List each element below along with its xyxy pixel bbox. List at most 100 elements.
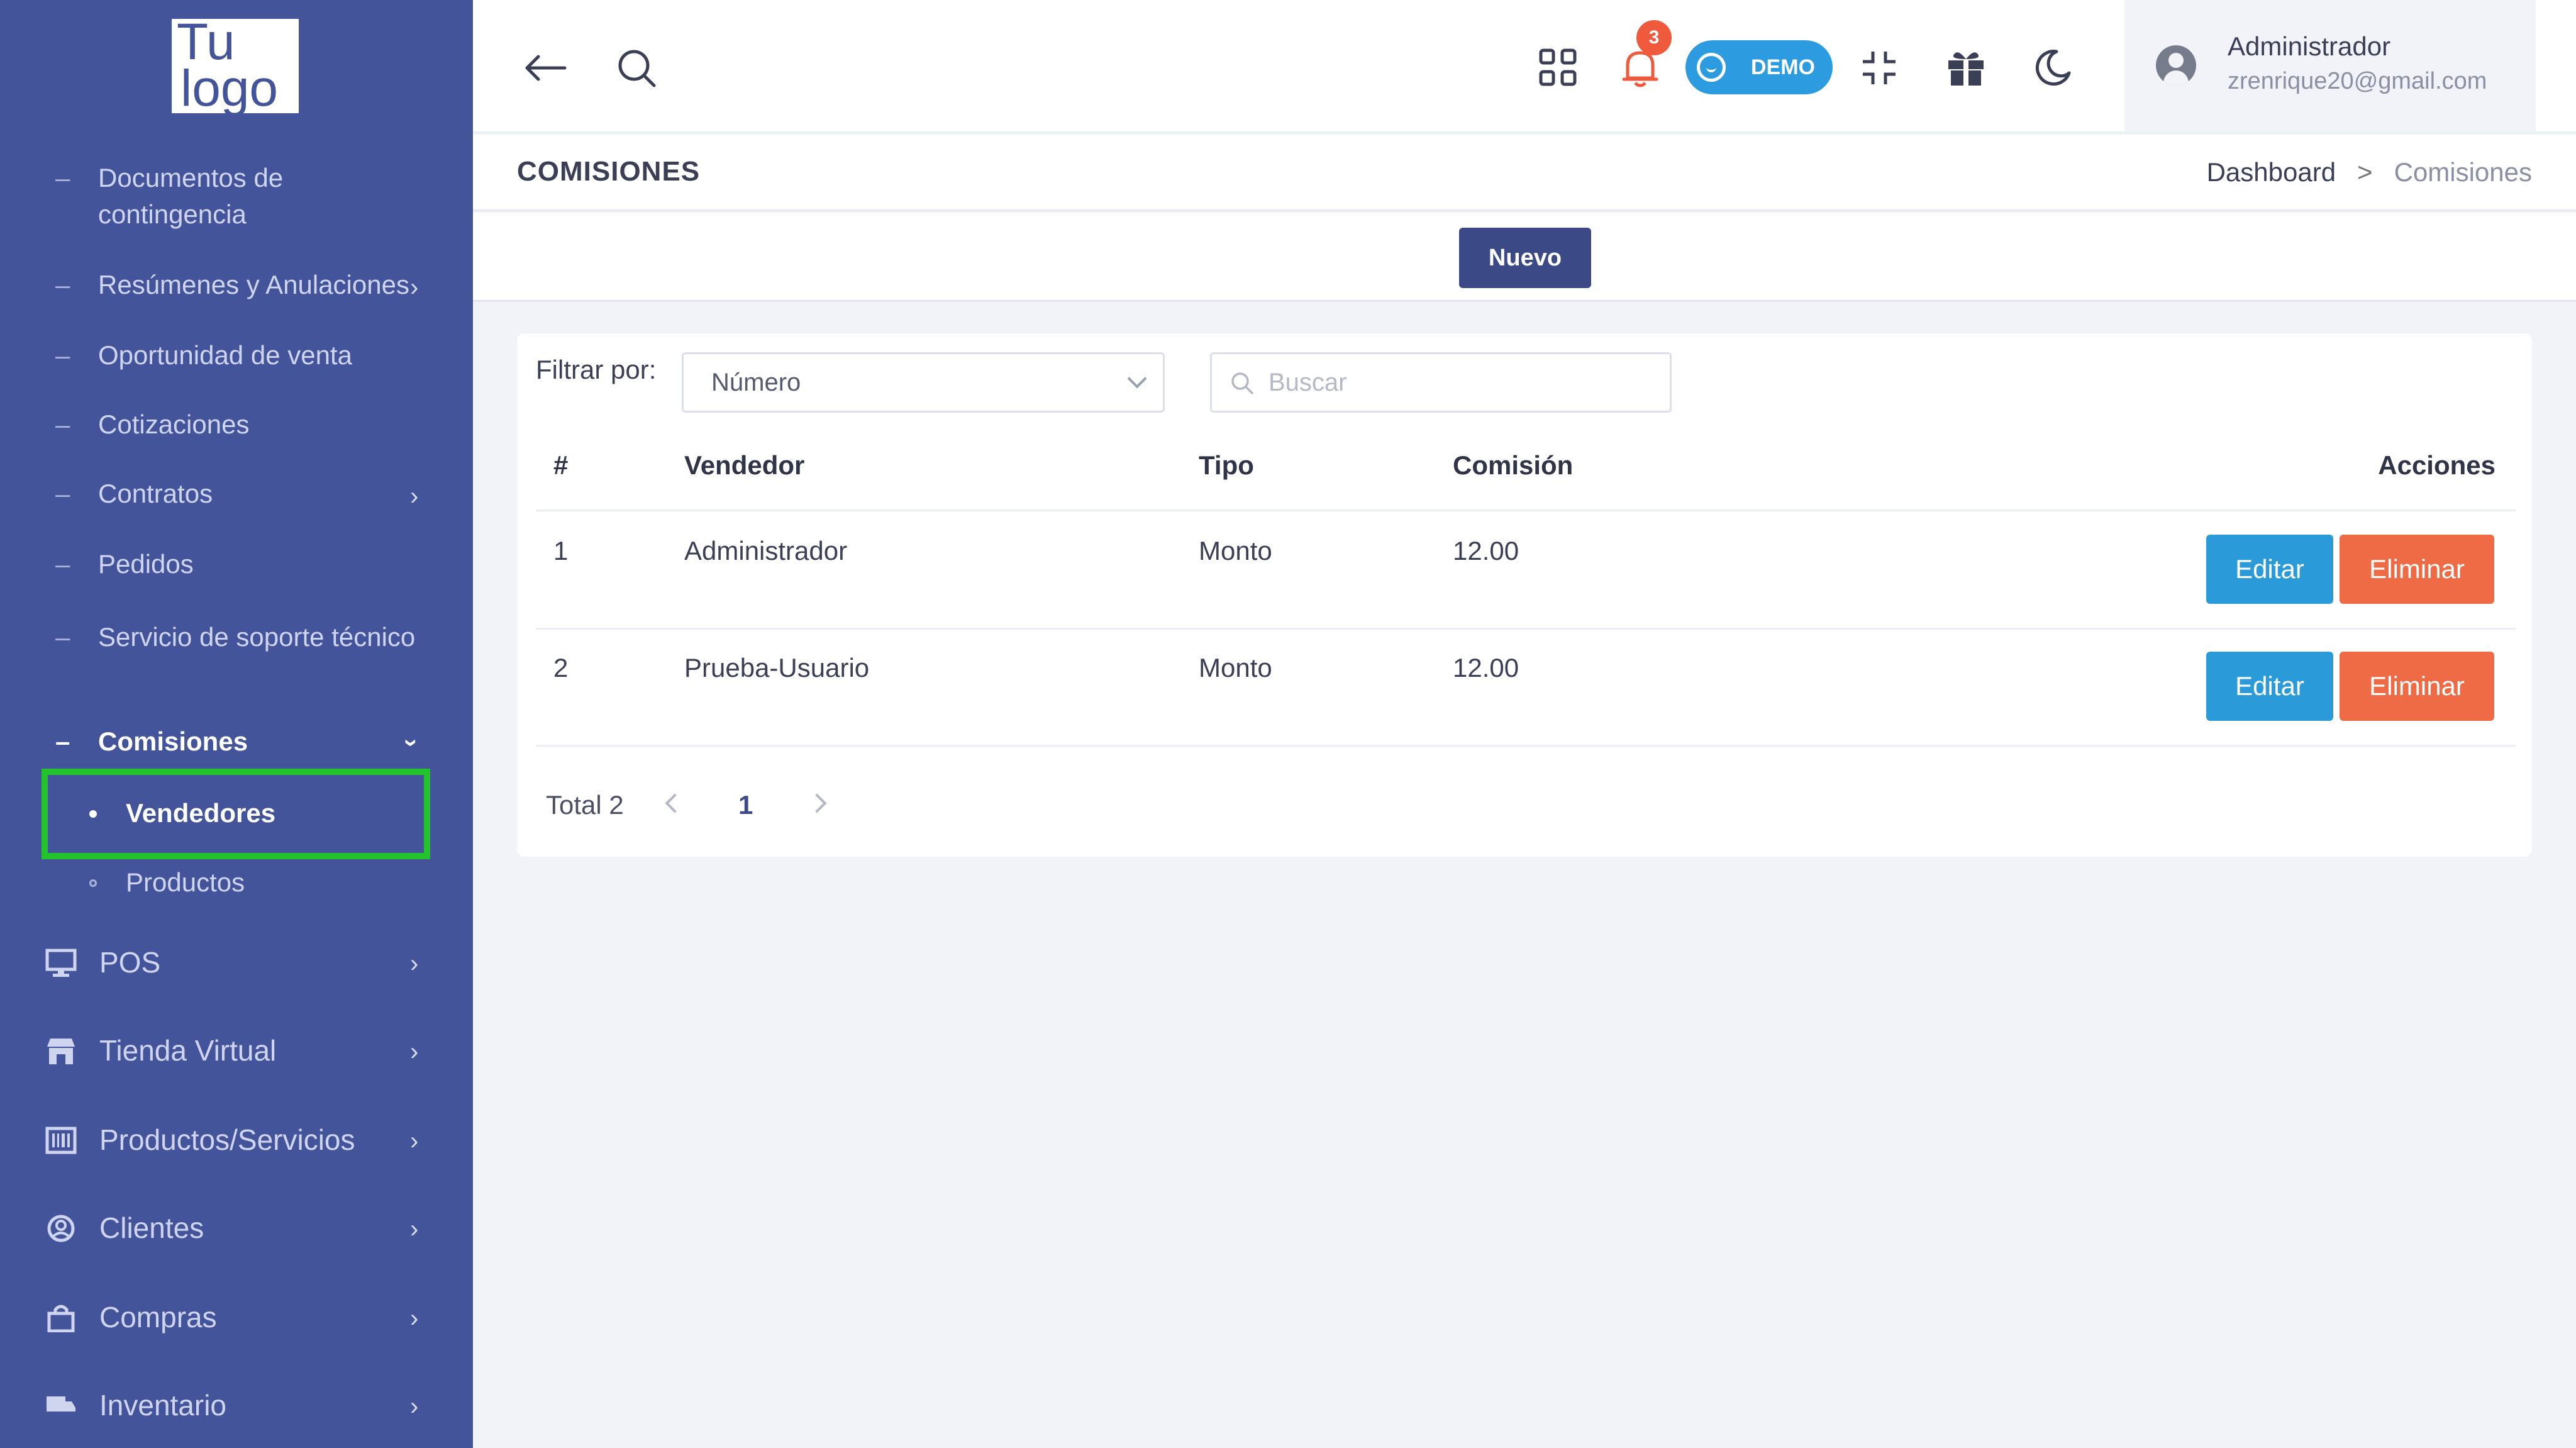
moon-icon[interactable]: [2029, 44, 2077, 92]
cell-comision: 12.00: [1453, 536, 1519, 565]
dash-icon: –: [55, 409, 70, 439]
sidebar: Tu logo – Documentos de contingencia – R…: [0, 0, 473, 1448]
filter-label: Filtrar por:: [536, 355, 657, 384]
sidebar-item-label: Tienda Virtual: [99, 1034, 277, 1067]
sidebar-item-label: Contratos: [98, 479, 213, 508]
notification-badge: 3: [1636, 20, 1672, 55]
cell-vendedor: Administrador: [684, 536, 848, 565]
sidebar-item-label: Documentos de contingencia: [98, 163, 284, 229]
sidebar-item-compras[interactable]: Compras ›: [0, 1292, 473, 1342]
filter-select[interactable]: Número: [682, 352, 1165, 413]
sidebar-item-label: Servicio de soporte técnico: [98, 622, 416, 652]
compress-icon[interactable]: [1855, 44, 1903, 92]
demo-label: DEMO: [1751, 55, 1815, 79]
breadcrumb: Dashboard > Comisiones: [2207, 157, 2532, 187]
sidebar-item-productos-servicios[interactable]: Productos/Servicios ›: [0, 1115, 473, 1165]
dash-icon: –: [55, 340, 70, 370]
demo-button[interactable]: DEMO: [1685, 40, 1833, 94]
highlight-box: [42, 769, 430, 859]
cell-comision: 12.00: [1453, 653, 1519, 682]
chevron-right-icon: ›: [410, 482, 419, 510]
user-menu[interactable]: Administrador zrenrique20@gmail.com: [2124, 0, 2536, 132]
chevron-right-icon: ›: [410, 1393, 419, 1420]
chevron-down-icon: [1127, 369, 1147, 389]
edit-button[interactable]: Editar: [2206, 652, 2333, 721]
column-header-tipo: Tipo: [1199, 450, 1254, 480]
truck-icon: [47, 1396, 75, 1412]
sidebar-item-label: Resúmenes y Anulaciones: [98, 270, 409, 299]
edit-button[interactable]: Editar: [2206, 535, 2333, 604]
pagination-total: Total 2: [546, 790, 624, 820]
store-icon: [47, 1039, 75, 1064]
bullet-icon: [89, 879, 97, 887]
gift-icon[interactable]: [1942, 44, 1990, 92]
sidebar-item-label: Inventario: [99, 1389, 227, 1422]
page-title: COMISIONES: [517, 156, 701, 187]
cell-tipo: Monto: [1199, 536, 1272, 565]
sidebar-item-label: Cotizaciones: [98, 409, 250, 439]
column-header-vendedor: Vendedor: [684, 450, 805, 480]
page-header: COMISIONES Dashboard > Comisiones: [473, 135, 2576, 211]
smile-icon: [1697, 53, 1726, 82]
filter-select-value: Número: [711, 369, 801, 396]
logo[interactable]: Tu logo: [172, 19, 299, 113]
column-header-acciones: Acciones: [2378, 450, 2496, 480]
search-field[interactable]: [1210, 352, 1672, 413]
chevron-right-icon: ›: [410, 1127, 419, 1155]
user-name: Administrador: [2228, 31, 2391, 61]
user-circle-icon: [47, 1215, 75, 1242]
column-header-number: #: [553, 450, 569, 480]
sidebar-subitem-label: Productos: [126, 867, 245, 897]
logo-line-2: logo: [180, 60, 279, 114]
sidebar-item-label: Oportunidad de venta: [98, 340, 352, 370]
breadcrumb-home[interactable]: Dashboard: [2207, 157, 2336, 187]
row-divider: [536, 745, 2516, 747]
sidebar-item-inventario[interactable]: Inventario ›: [0, 1380, 473, 1430]
sidebar-item-label: Productos/Servicios: [99, 1123, 355, 1156]
chevron-right-icon: ›: [410, 1305, 419, 1332]
dash-icon: –: [55, 622, 70, 652]
dash-icon: –: [55, 270, 70, 299]
dash-icon: –: [55, 549, 70, 579]
chevron-right-icon: ›: [410, 1038, 419, 1066]
sidebar-item-pos[interactable]: POS ›: [0, 937, 473, 988]
column-header-comision: Comisión: [1453, 450, 1574, 480]
action-bar: Nuevo: [473, 213, 2576, 302]
dash-icon: –: [55, 163, 70, 192]
dash-icon: –: [55, 727, 70, 756]
sidebar-item-label: Pedidos: [98, 549, 194, 579]
search-input[interactable]: [1269, 363, 1658, 402]
sidebar-item-tienda-virtual[interactable]: Tienda Virtual ›: [0, 1025, 473, 1076]
cell-tipo: Monto: [1199, 653, 1272, 682]
cell-vendedor: Prueba-Usuario: [684, 653, 870, 682]
search-icon[interactable]: [613, 44, 660, 92]
breadcrumb-current: Comisiones: [2394, 157, 2532, 187]
apps-grid-icon[interactable]: [1535, 44, 1582, 92]
sidebar-item-label: Clientes: [99, 1211, 204, 1244]
logo-line-1: Tu: [177, 19, 235, 70]
pagination-page[interactable]: 1: [738, 790, 753, 820]
chevron-right-icon: ›: [410, 1215, 419, 1243]
avatar: [2156, 45, 2196, 86]
back-arrow-icon[interactable]: [522, 44, 570, 92]
sidebar-item-label: Comisiones: [98, 727, 248, 756]
cell-number: 1: [553, 536, 569, 565]
user-email: zrenrique20@gmail.com: [2228, 68, 2487, 94]
chevron-right-icon: ›: [410, 950, 419, 977]
dash-icon: –: [55, 479, 70, 508]
commissions-card: Filtrar por: Número # Vendedor Tipo Comi…: [517, 333, 2532, 857]
barcode-icon: [45, 1127, 77, 1154]
monitor-icon: [45, 949, 77, 977]
breadcrumb-separator: >: [2357, 157, 2373, 187]
cell-number: 2: [553, 653, 569, 682]
new-button[interactable]: Nuevo: [1459, 228, 1591, 288]
row-divider: [536, 510, 2516, 511]
chevron-right-icon: ›: [410, 274, 419, 301]
search-icon: [1231, 372, 1253, 394]
chevron-left-icon[interactable]: [665, 793, 685, 813]
sidebar-item-clientes[interactable]: Clientes ›: [0, 1203, 473, 1253]
delete-button[interactable]: Eliminar: [2340, 535, 2494, 604]
delete-button[interactable]: Eliminar: [2340, 652, 2494, 721]
chevron-right-icon[interactable]: [807, 793, 827, 813]
topbar: 3 DEMO Administrador zrenrique20@gmail.c…: [473, 0, 2576, 133]
